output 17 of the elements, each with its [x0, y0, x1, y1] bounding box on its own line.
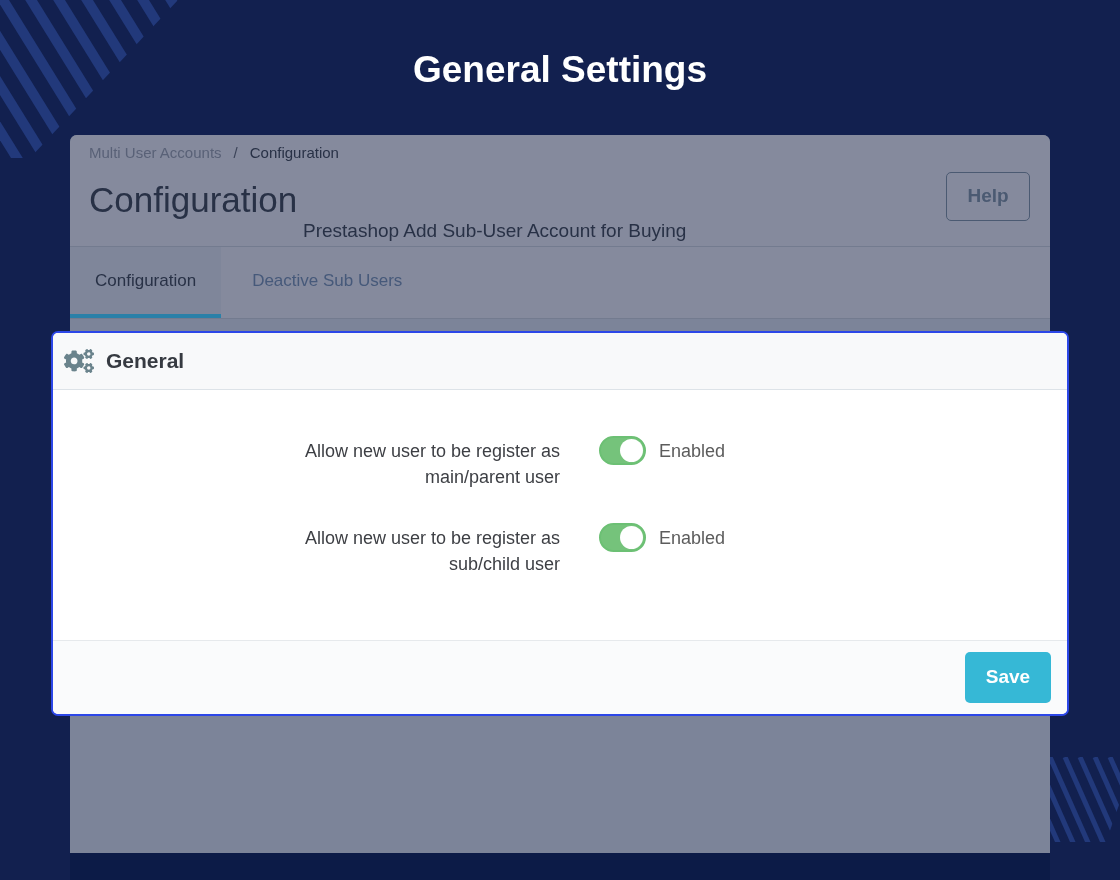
- status-label: Enabled: [659, 527, 726, 550]
- breadcrumb-separator: /: [233, 144, 238, 162]
- panel-title: General: [106, 348, 185, 375]
- setting-label: Allow new user to be register as main/parent user: [303, 440, 560, 489]
- setting-label: Allow new user to be register as sub/child user: [303, 527, 560, 576]
- status-label: Enabled: [659, 440, 726, 463]
- page-subtitle: Prestashop Add Sub-User Account for Buying: [303, 220, 687, 242]
- toggle-switch[interactable]: [599, 436, 646, 465]
- gears-icon: [64, 349, 94, 373]
- save-button[interactable]: Save: [965, 652, 1051, 703]
- breadcrumb-current: Configuration: [249, 144, 339, 162]
- banner-title: General Settings: [413, 48, 707, 92]
- help-button[interactable]: Help: [946, 172, 1030, 221]
- tab[interactable]: Deactive Sub Users: [227, 247, 428, 318]
- toggle-switch[interactable]: [599, 523, 646, 552]
- tab[interactable]: Configuration: [70, 247, 222, 318]
- page-title: Configuration: [89, 179, 298, 220]
